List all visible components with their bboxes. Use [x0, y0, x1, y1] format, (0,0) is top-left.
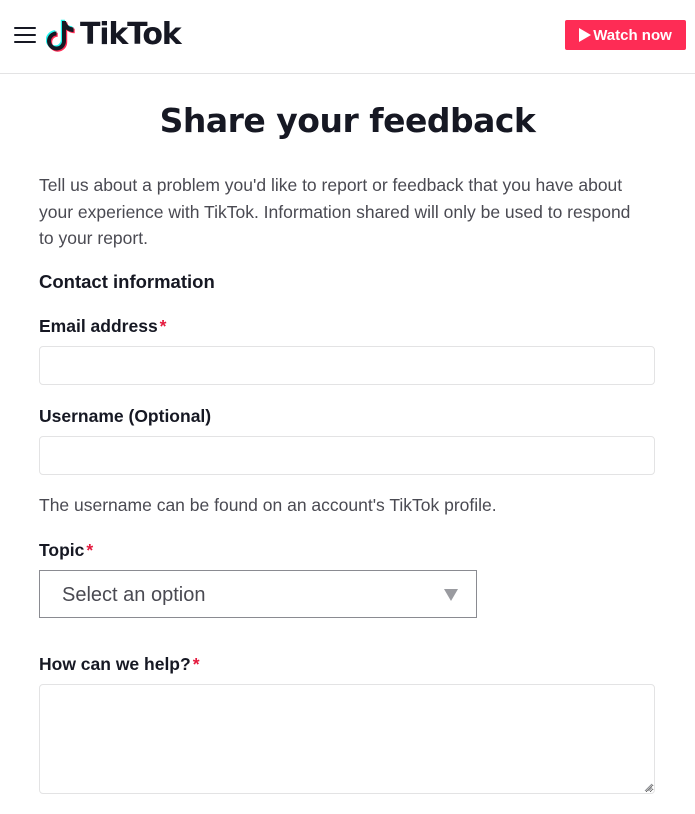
username-label-text: Username (Optional) [39, 406, 212, 426]
required-marker: * [192, 654, 200, 674]
watch-now-label: Watch now [593, 26, 672, 44]
watch-now-button[interactable]: Watch now [565, 20, 686, 50]
topic-label-text: Topic [39, 540, 85, 560]
triangle-down-icon [444, 589, 458, 601]
help-label: How can we help? * [39, 653, 200, 675]
username-field[interactable] [39, 436, 655, 475]
hamburger-menu-icon[interactable] [14, 26, 36, 44]
logo-wordmark: TikTok [80, 17, 182, 52]
page-title: Share your feedback [159, 101, 536, 140]
help-textarea[interactable] [39, 684, 655, 794]
required-marker: * [159, 316, 167, 336]
required-marker: * [86, 540, 94, 560]
topic-select[interactable]: Select an option [39, 570, 477, 618]
email-field[interactable] [39, 346, 655, 385]
topic-selected-value: Select an option [62, 584, 206, 606]
help-label-text: How can we help? [39, 654, 191, 674]
contact-section-heading: Contact information [39, 271, 215, 292]
tiktok-logo[interactable]: TikTok [46, 16, 182, 54]
play-icon [579, 28, 592, 42]
email-label-text: Email address [39, 316, 158, 336]
email-label: Email address * [39, 315, 166, 337]
username-label: Username (Optional) [39, 405, 211, 427]
tiktok-note-icon [46, 19, 75, 52]
top-header: TikTok Watch now [0, 0, 695, 74]
intro-text: Tell us about a problem you'd like to re… [39, 175, 631, 248]
username-hint: The username can be found on an account'… [39, 495, 497, 515]
topic-label: Topic * [39, 539, 93, 561]
resize-grip-icon[interactable] [643, 782, 653, 792]
